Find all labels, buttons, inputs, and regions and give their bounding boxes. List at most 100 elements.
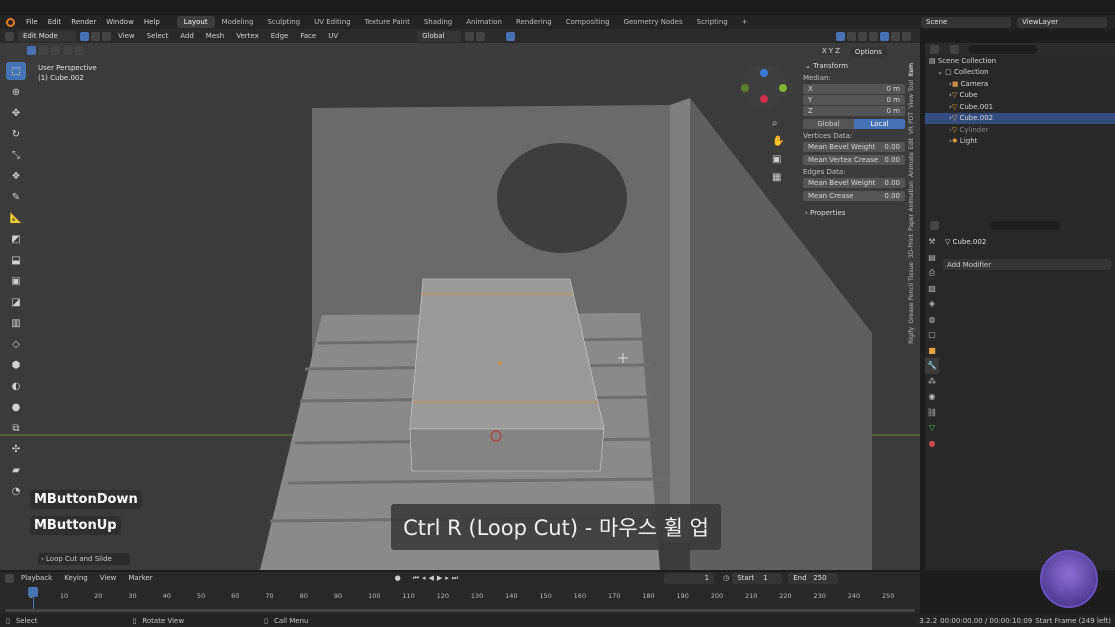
global-button[interactable]: Global: [803, 119, 854, 129]
add-modifier-dropdown[interactable]: Add Modifier: [943, 259, 1111, 270]
snap-icon[interactable]: [476, 31, 486, 41]
add-cube-icon[interactable]: ◩: [6, 230, 26, 248]
tab-scripting[interactable]: Scripting: [690, 16, 735, 28]
add-workspace-icon[interactable]: +: [735, 16, 755, 28]
rendered-shading-icon[interactable]: [902, 31, 911, 41]
tab-tool[interactable]: Tool: [908, 80, 915, 92]
end-frame-field[interactable]: End 250: [788, 572, 839, 584]
outliner-item-cylinder[interactable]: › ▽ Cylinder: [925, 124, 1115, 136]
tab-edit[interactable]: Edit: [908, 138, 915, 150]
extrude-icon[interactable]: ⬓: [6, 251, 26, 269]
view-layer-selector[interactable]: ViewLayer: [1017, 16, 1107, 28]
outliner-item-cube[interactable]: › ▽ Cube: [925, 90, 1115, 102]
select-invert-icon[interactable]: [63, 46, 72, 55]
tab-pdt[interactable]: PDT: [908, 112, 915, 124]
output-props-icon[interactable]: ⎙: [925, 265, 939, 281]
menu-mesh[interactable]: Mesh: [200, 32, 230, 40]
bevel-icon[interactable]: ◪: [6, 293, 26, 311]
vertex-select-icon[interactable]: [80, 31, 89, 41]
tab-view[interactable]: View: [908, 94, 915, 108]
data-props-icon[interactable]: ▽: [925, 420, 939, 436]
tab-animate[interactable]: Animate: [908, 152, 915, 177]
scene-selector[interactable]: Scene: [921, 16, 1011, 28]
tab-rigify[interactable]: Rigify: [908, 327, 915, 344]
menu-uv[interactable]: UV: [322, 32, 344, 40]
move-icon[interactable]: ✥: [6, 104, 26, 122]
orientation-selector[interactable]: Global: [417, 30, 462, 42]
smooth-icon[interactable]: ●: [6, 398, 26, 416]
edge-select-icon[interactable]: [91, 31, 100, 41]
tab-texture-paint[interactable]: Texture Paint: [358, 16, 417, 28]
shrink-fatten-icon[interactable]: ✣: [6, 440, 26, 458]
select-subtract-icon[interactable]: [51, 46, 60, 55]
cursor-icon[interactable]: ⊕: [6, 83, 26, 101]
tab-layout[interactable]: Layout: [176, 16, 215, 28]
gizmo-icon[interactable]: [836, 31, 845, 41]
scene-collection-row[interactable]: ▤ Scene Collection: [925, 55, 1115, 67]
rotate-icon[interactable]: ↻: [6, 125, 26, 143]
spin-icon[interactable]: ◐: [6, 377, 26, 395]
mirror-x-toggle[interactable]: X: [822, 47, 827, 58]
timeline-scrollbar[interactable]: [5, 609, 915, 612]
knife-icon[interactable]: ◇: [6, 335, 26, 353]
world-props-icon[interactable]: ◍: [925, 312, 939, 328]
annotate-icon[interactable]: ✎: [6, 188, 26, 206]
solid-shading-icon[interactable]: [880, 31, 889, 41]
edge-slide-icon[interactable]: ⧉: [6, 419, 26, 437]
menu-render[interactable]: Render: [66, 18, 101, 26]
transform-icon[interactable]: ❖: [6, 167, 26, 185]
edge-bevel-field[interactable]: Mean Bevel Weight 0.00: [803, 178, 905, 188]
view-layer-props-icon[interactable]: ▧: [925, 281, 939, 297]
scale-icon[interactable]: ⤡: [6, 146, 26, 164]
tab-modeling[interactable]: Modeling: [215, 16, 261, 28]
outliner-search-input[interactable]: [968, 44, 1038, 54]
tab-rendering[interactable]: Rendering: [509, 16, 559, 28]
proportional-icon[interactable]: [506, 31, 516, 41]
tool-props-icon[interactable]: ⚒: [925, 234, 939, 250]
tab-shading[interactable]: Shading: [417, 16, 459, 28]
modifier-props-icon[interactable]: 🔧: [925, 358, 939, 374]
constraints-props-icon[interactable]: ⛓: [925, 405, 939, 421]
mirror-z-toggle[interactable]: Z: [835, 47, 840, 58]
median-z-field[interactable]: Z0 m: [803, 106, 905, 116]
current-frame-field[interactable]: 1: [664, 572, 715, 584]
outliner-filter-icon[interactable]: [950, 44, 959, 54]
menu-select[interactable]: Select: [141, 32, 175, 40]
menu-playback[interactable]: Playback: [15, 574, 58, 582]
tab-sculpting[interactable]: Sculpting: [260, 16, 307, 28]
tab-3d-print[interactable]: 3D-Print: [908, 234, 915, 258]
menu-keying[interactable]: Keying: [58, 574, 94, 582]
menu-edit[interactable]: Edit: [43, 18, 67, 26]
vertex-crease-field[interactable]: Mean Vertex Crease 0.00: [803, 155, 905, 165]
outliner-type-icon[interactable]: [930, 44, 939, 54]
menu-add[interactable]: Add: [174, 32, 200, 40]
scene-props-icon[interactable]: ◈: [925, 296, 939, 312]
start-frame-field[interactable]: Start 1: [732, 572, 783, 584]
local-button[interactable]: Local: [854, 119, 905, 129]
tab-paper[interactable]: Paper: [908, 214, 915, 231]
vertex-bevel-field[interactable]: Mean Bevel Weight 0.00: [803, 142, 905, 152]
zoom-icon[interactable]: ⌕: [772, 115, 788, 133]
median-y-field[interactable]: Y0 m: [803, 95, 905, 105]
pivot-icon[interactable]: [465, 31, 475, 41]
record-icon[interactable]: ●: [395, 574, 401, 582]
ortho-grid-icon[interactable]: ▦: [772, 169, 788, 187]
camera-view-icon[interactable]: ▣: [772, 151, 788, 169]
options-dropdown[interactable]: Options: [849, 47, 887, 58]
tab-tissue[interactable]: Tissue: [908, 262, 915, 281]
outliner-item-cube-002[interactable]: › ▽ Cube.002: [925, 112, 1115, 124]
overlay-icon[interactable]: [847, 31, 856, 41]
select-new-icon[interactable]: [27, 46, 36, 55]
tab-vr[interactable]: VR: [908, 126, 915, 134]
face-select-icon[interactable]: [102, 31, 111, 41]
collection-props-icon[interactable]: ▢: [925, 327, 939, 343]
tab-grease-pencil[interactable]: Grease Pencil: [908, 283, 915, 324]
select-intersect-icon[interactable]: [75, 46, 84, 55]
edge-crease-field[interactable]: Mean Crease 0.00: [803, 191, 905, 201]
mirror-y-toggle[interactable]: Y: [829, 47, 833, 58]
tab-geometry-nodes[interactable]: Geometry Nodes: [617, 16, 690, 28]
menu-file[interactable]: File: [21, 18, 43, 26]
inset-icon[interactable]: ▣: [6, 272, 26, 290]
poly-build-icon[interactable]: ⬢: [6, 356, 26, 374]
playback-controls[interactable]: ⏮◂◀▶▸⏭: [413, 574, 461, 583]
